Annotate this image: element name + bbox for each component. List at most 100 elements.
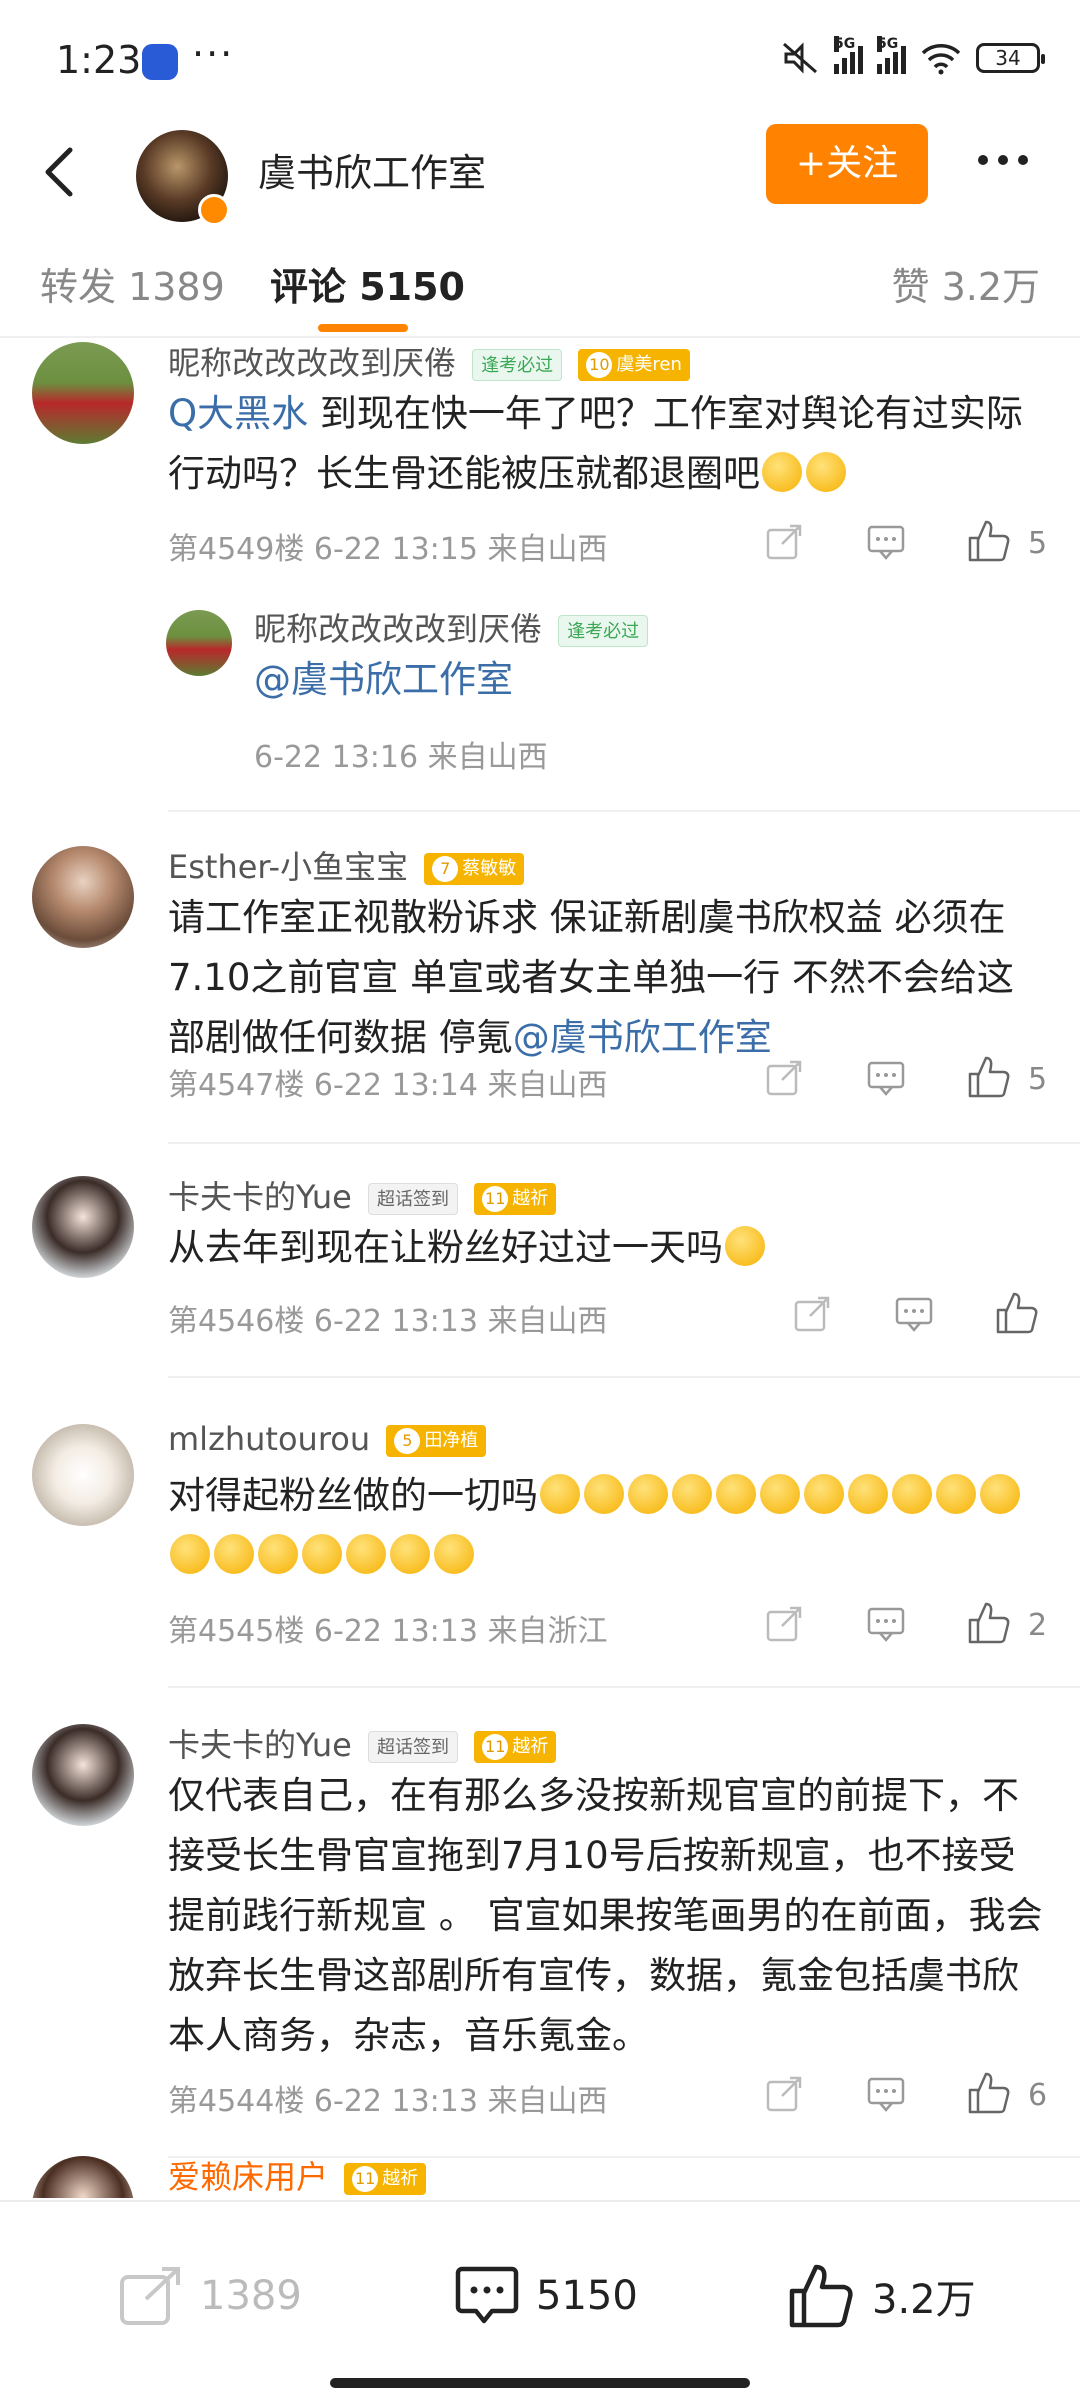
fan-level: 11 [482, 1734, 509, 1760]
comment-username[interactable]: 爱赖床用户 11 越祈 [168, 2152, 427, 2198]
comment-button[interactable]: 5150 [454, 2256, 638, 2336]
reply-meta: 6-22 13:16 来自山西 [254, 740, 548, 775]
share-icon[interactable] [764, 2074, 804, 2114]
battery-icon: 34 [976, 43, 1045, 73]
comment-count: 5150 [536, 2273, 638, 2319]
fan-badge[interactable]: 10 虞美ren [578, 349, 690, 381]
username-text[interactable]: Esther-小鱼宝宝 [168, 848, 408, 886]
page-title[interactable]: 虞书欣工作室 [258, 142, 486, 197]
share-icon[interactable] [764, 1604, 804, 1644]
fan-badge[interactable]: 5 田净植 [386, 1425, 487, 1457]
like-icon[interactable] [966, 1054, 1012, 1100]
verified-icon [198, 194, 230, 226]
fan-badge[interactable]: 11 越祈 [474, 1183, 557, 1215]
status-bar: 1:23 ··· 5G 5G 34 [0, 0, 1080, 120]
username-text[interactable]: 昵称改改改改到厌倦 [168, 344, 456, 382]
emoji-icon [434, 1534, 474, 1574]
comment-icon [455, 2266, 519, 2324]
app-notification-icon [142, 44, 178, 80]
topic-link[interactable]: Q大黑水 [168, 392, 308, 435]
comment-icon[interactable] [894, 1294, 934, 1334]
emoji-icon [390, 1534, 430, 1574]
user-badge[interactable]: 超话签到 [368, 1183, 459, 1215]
fan-badge-label: 越祈 [382, 2168, 419, 2189]
emoji-icon [540, 1474, 580, 1514]
fan-level: 10 [586, 352, 613, 378]
tab-repost[interactable]: 转发 1389 [40, 256, 225, 311]
mention-link[interactable]: @虞书欣工作室 [513, 1016, 772, 1059]
more-icon[interactable] [968, 140, 1038, 180]
comment-icon[interactable] [866, 522, 906, 562]
like-icon[interactable] [966, 518, 1012, 564]
emoji-icon [806, 452, 846, 492]
share-icon[interactable] [764, 1058, 804, 1098]
fan-level: 11 [352, 2166, 379, 2192]
fan-badge[interactable]: 11 越祈 [474, 1731, 557, 1763]
fan-level: 5 [394, 1428, 421, 1454]
fan-badge[interactable]: 11 越祈 [344, 2163, 427, 2195]
username-text[interactable]: 昵称改改改改到厌倦 [254, 610, 542, 648]
username-text[interactable]: 爱赖床用户 [168, 2158, 328, 2196]
signal-icon: 5G [877, 36, 906, 74]
avatar[interactable] [32, 1724, 134, 1826]
user-badge[interactable]: 逢考必过 [472, 349, 563, 381]
comment-username[interactable]: 昵称改改改改到厌倦 逢考必过 10 虞美ren [168, 338, 690, 384]
comment-meta: 第4545楼 6-22 13:13 来自浙江 [168, 1614, 608, 1649]
like-icon[interactable] [994, 1290, 1040, 1336]
comment-icon[interactable] [866, 2074, 906, 2114]
mute-icon [783, 42, 817, 74]
tab-comments[interactable]: 评论 5150 [270, 256, 465, 311]
fan-badge[interactable]: 7 蔡敏敏 [424, 853, 525, 885]
avatar[interactable] [32, 1424, 134, 1526]
like-icon [789, 2264, 853, 2328]
avatar[interactable] [32, 846, 134, 948]
share-icon[interactable] [764, 522, 804, 562]
comment-text: 请工作室正视散粉诉求 保证新剧虞书欣权益 必须在7.10之前官宣 单宣或者女主单… [168, 888, 1048, 1068]
comment-icon[interactable] [866, 1058, 906, 1098]
back-icon[interactable] [30, 136, 90, 208]
emoji-icon [804, 1474, 844, 1514]
emoji-icon [725, 1226, 765, 1266]
tab-likes[interactable]: 赞 3.2万 [891, 256, 1040, 311]
comment-username[interactable]: mlzhutourou 5 田净植 [168, 1420, 487, 1458]
like-count: 2 [1028, 1608, 1048, 1643]
emoji-icon [584, 1474, 624, 1514]
follow-button[interactable]: +关注 [766, 124, 928, 204]
reply-username[interactable]: 昵称改改改改到厌倦 逢考必过 [254, 604, 649, 650]
comment-username[interactable]: Esther-小鱼宝宝 7 蔡敏敏 [168, 842, 525, 888]
like-count: 6 [1028, 2078, 1048, 2113]
avatar[interactable] [32, 1176, 134, 1278]
avatar[interactable] [32, 2156, 134, 2198]
user-badge[interactable]: 逢考必过 [558, 615, 649, 647]
fan-level: 7 [432, 856, 459, 882]
like-button[interactable]: 3.2万 [786, 2256, 976, 2336]
avatar[interactable] [32, 342, 134, 444]
emoji-icon [346, 1534, 386, 1574]
username-text[interactable]: 卡夫卡的Yue [168, 1178, 352, 1216]
emoji-icon [762, 452, 802, 492]
status-time: 1:23 [56, 38, 142, 82]
like-icon[interactable] [966, 1600, 1012, 1646]
repost-icon [120, 2267, 180, 2325]
user-badge[interactable]: 超话签到 [368, 1731, 459, 1763]
emoji-icon [672, 1474, 712, 1514]
divider [168, 1142, 1080, 1144]
comment-meta: 第4549楼 6-22 13:15 来自山西 [168, 532, 608, 567]
comment-icon[interactable] [866, 1604, 906, 1644]
fan-badge-label: 田净植 [424, 1430, 479, 1451]
comment-username[interactable]: 卡夫卡的Yue 超话签到 11 越祈 [168, 1172, 557, 1218]
username-text[interactable]: mlzhutourou [168, 1420, 370, 1458]
like-icon[interactable] [966, 2070, 1012, 2116]
avatar[interactable] [166, 610, 232, 676]
comment-list[interactable]: 昵称改改改改到厌倦 逢考必过 10 虞美ren Q大黑水 到现在快一年了吧？工作室… [0, 338, 1080, 2198]
comment-username[interactable]: 卡夫卡的Yue 超话签到 11 越祈 [168, 1720, 557, 1766]
comment-text: 从去年到现在让粉丝好过过一天吗 [168, 1218, 1048, 1278]
tab-indicator [318, 324, 408, 332]
fan-badge-label: 蔡敏敏 [462, 858, 517, 879]
repost-button[interactable]: 1389 [118, 2256, 302, 2336]
username-text[interactable]: 卡夫卡的Yue [168, 1726, 352, 1764]
fan-badge-label: 越祈 [512, 1188, 549, 1209]
share-icon[interactable] [792, 1294, 832, 1334]
home-indicator[interactable] [330, 2378, 750, 2388]
mention-link[interactable]: @虞书欣工作室 [254, 658, 513, 701]
